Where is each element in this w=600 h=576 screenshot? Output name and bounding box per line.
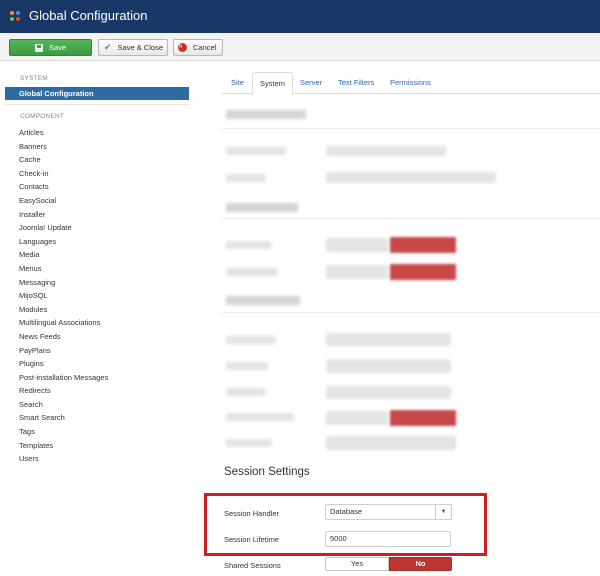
save-close-button[interactable]: ✔ Save & Close <box>98 39 168 56</box>
cancel-button[interactable]: ✕ Cancel <box>173 39 223 56</box>
tab-permissions[interactable]: Permissions <box>383 72 438 94</box>
sidebar-item[interactable]: Smart Search <box>19 411 108 425</box>
save-icon <box>34 43 43 52</box>
sidebar-item[interactable]: Banners <box>19 140 108 154</box>
sidebar-item[interactable]: Joomla! Update <box>19 221 108 235</box>
sidebar-item[interactable]: Messaging <box>19 276 108 290</box>
sidebar-item[interactable]: Redirects <box>19 384 108 398</box>
sidebar-item[interactable]: Users <box>19 452 108 466</box>
session-settings-title: Session Settings <box>224 466 310 478</box>
page-title: Global Configuration <box>29 8 148 23</box>
sidebar-item[interactable]: Media <box>19 248 108 262</box>
sidebar-item[interactable]: Check-in <box>19 167 108 181</box>
session-lifetime-input[interactable]: 5000 <box>325 531 451 547</box>
sidebar-item[interactable]: EasySocial <box>19 194 108 208</box>
save-button[interactable]: Save <box>9 39 92 56</box>
sidebar-item[interactable]: Cache <box>19 153 108 167</box>
sidebar-component-list: Articles Banners Cache Check-in Contacts… <box>19 126 108 466</box>
sidebar-item[interactable]: Contacts <box>19 180 108 194</box>
save-label: Save <box>48 43 67 52</box>
sidebar-item[interactable]: Tags <box>19 425 108 439</box>
sidebar-item-global-configuration[interactable]: Global Configuration <box>5 87 189 100</box>
session-handler-label: Session Handler <box>224 509 280 518</box>
shared-sessions-yes-button[interactable]: Yes <box>325 557 389 571</box>
sidebar-item[interactable]: Search <box>19 398 108 412</box>
tab-system[interactable]: System <box>252 72 294 95</box>
sidebar-item[interactable]: Languages <box>19 235 108 249</box>
sidebar-item[interactable]: Templates <box>19 439 108 453</box>
tab-site[interactable]: Site <box>224 72 251 94</box>
sidebar-item[interactable]: Post-installation Messages <box>19 371 108 385</box>
sidebar-heading-system: SYSTEM <box>20 75 48 82</box>
shared-sessions-label: Shared Sessions <box>224 561 281 570</box>
sidebar-item[interactable]: Installer <box>19 208 108 222</box>
sidebar-item[interactable]: Menus <box>19 262 108 276</box>
sidebar-item[interactable]: Articles <box>19 126 108 140</box>
app-header: Global Configuration <box>0 0 600 33</box>
sidebar-item[interactable]: PayPlans <box>19 344 108 358</box>
tab-server[interactable]: Server <box>293 72 329 94</box>
joomla-logo-icon <box>10 11 20 21</box>
cancel-label: Cancel <box>193 43 217 52</box>
sidebar-item[interactable]: Modules <box>19 303 108 317</box>
toolbar: Save ✔ Save & Close ✕ Cancel <box>0 33 600 61</box>
config-tabs: Site System Server Text Filters Permissi… <box>222 72 600 95</box>
sidebar-item[interactable]: Multilingual Associations <box>19 316 108 330</box>
check-icon: ✔ <box>104 42 112 52</box>
session-lifetime-label: Session Lifetime <box>224 535 280 544</box>
sidebar-divider <box>5 104 189 105</box>
sidebar-heading-component: COMPONENT <box>20 113 65 120</box>
sidebar-item[interactable]: MijoSQL <box>19 289 108 303</box>
session-handler-select[interactable]: Database ▼ <box>325 504 452 520</box>
session-handler-value: Database <box>330 507 363 516</box>
tab-text-filters[interactable]: Text Filters <box>331 72 381 94</box>
shared-sessions-no-button[interactable]: No <box>389 557 452 571</box>
sidebar-item[interactable]: News Feeds <box>19 330 108 344</box>
save-close-label: Save & Close <box>117 43 163 52</box>
sidebar-item[interactable]: Plugins <box>19 357 108 371</box>
chevron-down-icon[interactable]: ▼ <box>435 505 451 519</box>
cancel-icon: ✕ <box>178 43 187 52</box>
